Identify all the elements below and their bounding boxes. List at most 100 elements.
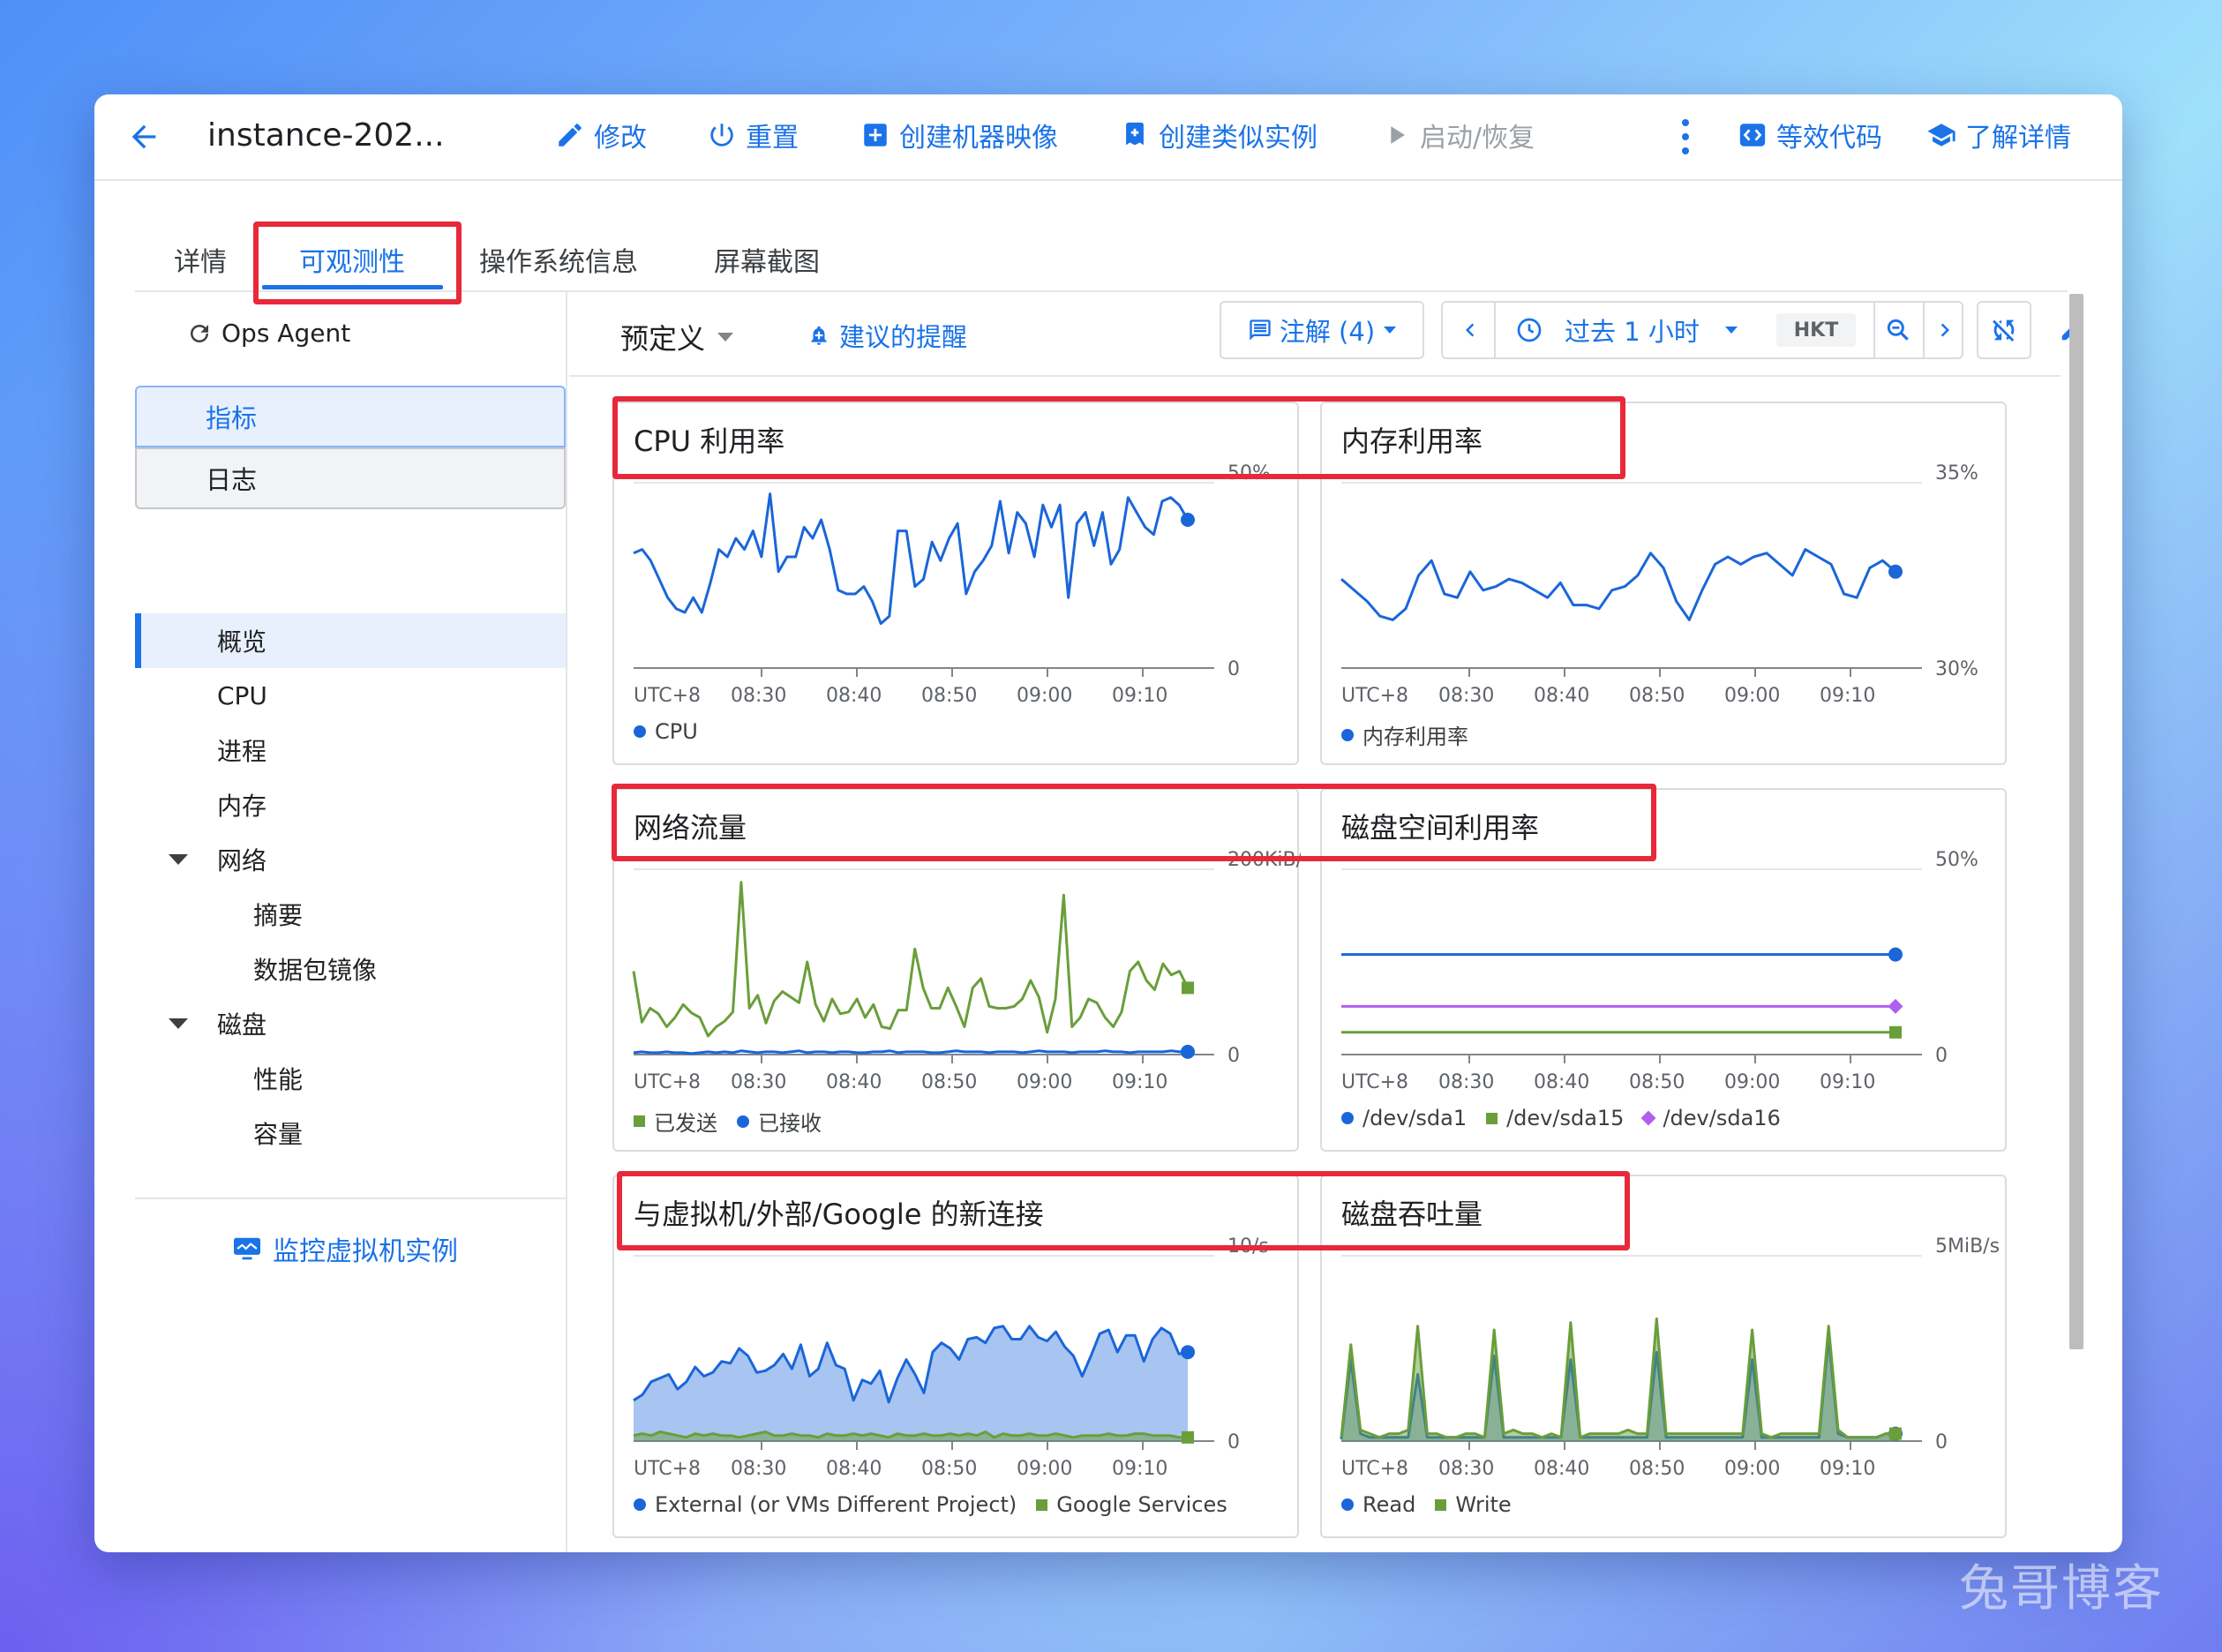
expand-caret-icon[interactable] bbox=[169, 854, 188, 865]
x-tick-label: 08:50 bbox=[921, 685, 977, 707]
tab-details[interactable]: 详情 bbox=[174, 240, 227, 279]
legend-item[interactable]: 已发送 bbox=[634, 1106, 717, 1137]
start-resume-button[interactable]: 启动/恢复 bbox=[1381, 116, 1535, 154]
create-machine-image-label: 创建机器映像 bbox=[899, 123, 1058, 154]
reset-button[interactable]: 重置 bbox=[707, 116, 799, 154]
learn-more-button[interactable]: 了解详情 bbox=[1926, 116, 2071, 154]
refresh-icon bbox=[191, 324, 208, 342]
legend-label: 内存利用率 bbox=[1362, 725, 1468, 749]
chevron-right-icon[interactable] bbox=[1932, 317, 1958, 343]
legend-swatch bbox=[1341, 1498, 1354, 1511]
legend-label: /dev/sda1 bbox=[1362, 1106, 1468, 1130]
ops-agent-link[interactable]: Ops Agent bbox=[186, 319, 350, 348]
reset-label: 重置 bbox=[746, 123, 799, 154]
sidebar-item-disk-performance[interactable]: 性能 bbox=[135, 1051, 566, 1106]
add-box-icon bbox=[864, 124, 887, 146]
legend-item[interactable]: External (or VMs Different Project) bbox=[634, 1492, 1017, 1517]
legend-item[interactable]: 已接收 bbox=[737, 1106, 822, 1137]
scrollbar[interactable] bbox=[2069, 294, 2083, 1349]
y-tick-label-min: 0 bbox=[1227, 658, 1240, 680]
tab-screenshot[interactable]: 屏幕截图 bbox=[714, 240, 820, 279]
chart-card[interactable]: 磁盘吞吐量 5MiB/s 0 UTC+8 08:30 08:40 08:50 09:00 09:… bbox=[1320, 1175, 2007, 1538]
sidebar-item-memory[interactable]: 内存 bbox=[135, 777, 566, 832]
sidebar-item-label: 概览 bbox=[217, 627, 267, 657]
x-tick-label: 08:30 bbox=[1438, 685, 1494, 707]
expand-caret-icon[interactable] bbox=[169, 1018, 188, 1029]
tab-os-info[interactable]: 操作系统信息 bbox=[479, 240, 638, 279]
legend-item[interactable]: Google Services bbox=[1036, 1492, 1227, 1517]
zoom-icon[interactable] bbox=[1884, 316, 1912, 344]
x-tick-label: 08:30 bbox=[731, 1458, 786, 1480]
create-similar-label: 创建类似实例 bbox=[1159, 123, 1317, 154]
chart-card[interactable]: 磁盘空间利用率 50% 0 UTC+8 08:30 08:40 08:50 09:00 09:1… bbox=[1320, 788, 2007, 1152]
x-tick-label: 08:50 bbox=[921, 1458, 977, 1480]
legend-item[interactable]: Write bbox=[1435, 1492, 1512, 1517]
chart-legend: 内存利用率 bbox=[1341, 719, 1468, 750]
instance-title: instance-202... bbox=[207, 117, 445, 154]
time-range-picker[interactable]: 过去 1 小时 HKT bbox=[1441, 301, 1963, 359]
legend-swatch bbox=[634, 1498, 646, 1511]
edit-button[interactable]: 修改 bbox=[555, 116, 647, 154]
create-similar-button[interactable]: 创建类似实例 bbox=[1120, 116, 1317, 154]
x-tick-label: 08:40 bbox=[826, 1071, 882, 1093]
legend-item[interactable]: 内存利用率 bbox=[1341, 719, 1468, 750]
chart-card[interactable]: CPU 利用率 50% 0 UTC+8 08:30 08:40 08:50 09:00 09:1… bbox=[612, 402, 1299, 765]
sidebar-item-process[interactable]: 进程 bbox=[135, 723, 566, 777]
annotations-dropdown[interactable]: 注解 (4) bbox=[1220, 301, 1424, 359]
legend-label: /dev/sda16 bbox=[1663, 1106, 1781, 1130]
chart-card[interactable]: 与虚拟机/外部/Google 的新连接 10/s 0 UTC+8 08:30 08:40 0… bbox=[612, 1175, 1299, 1538]
y-tick-label-max: 35% bbox=[1935, 462, 1978, 484]
sidebar-item-network-summary[interactable]: 摘要 bbox=[135, 887, 566, 942]
chart-legend: External (or VMs Different Project) Googl… bbox=[634, 1492, 1227, 1517]
chart-card[interactable]: 网络流量200KiB/s0UTC+808:3008:4008:5009:0009… bbox=[612, 788, 1301, 1152]
tab-observability[interactable]: 可观测性 bbox=[299, 240, 405, 279]
sidebar-item-disk[interactable]: 磁盘 bbox=[135, 996, 566, 1051]
legend-swatch bbox=[737, 1115, 749, 1128]
legend-swatch bbox=[634, 1115, 645, 1127]
suggested-alerts-link[interactable]: 建议的提醒 bbox=[807, 317, 967, 354]
ops-agent-label: Ops Agent bbox=[221, 319, 351, 348]
chart-legend: Read Write bbox=[1341, 1492, 1512, 1517]
dropdown-caret-icon bbox=[1384, 327, 1397, 334]
more-vert-icon[interactable] bbox=[1677, 117, 1694, 156]
create-machine-image-button[interactable]: 创建机器映像 bbox=[860, 116, 1058, 154]
annotations-label: 注解 (4) bbox=[1279, 317, 1376, 347]
legend-item[interactable]: /dev/sda15 bbox=[1486, 1106, 1624, 1130]
sidebar-item-label: 摘要 bbox=[253, 901, 304, 930]
x-tick-label: 08:40 bbox=[1534, 685, 1589, 707]
back-arrow-icon[interactable] bbox=[126, 119, 161, 154]
sidebar-item-label: 进程 bbox=[217, 737, 267, 766]
legend-item[interactable]: Read bbox=[1341, 1492, 1415, 1517]
legend-label: /dev/sda15 bbox=[1506, 1106, 1625, 1130]
chevron-left-icon[interactable] bbox=[1457, 317, 1483, 343]
legend-swatch bbox=[1341, 1112, 1354, 1124]
sync-off-button[interactable] bbox=[1977, 301, 2031, 359]
sidebar-item-overview[interactable]: 概览 bbox=[135, 613, 566, 668]
play-icon bbox=[1391, 126, 1405, 144]
sidebar-item-cpu[interactable]: CPU bbox=[135, 668, 566, 723]
sidebar-item-packet-mirroring[interactable]: 数据包镜像 bbox=[135, 942, 566, 996]
legend-item[interactable]: /dev/sda1 bbox=[1341, 1106, 1467, 1130]
predefined-dropdown[interactable]: 预定义 bbox=[620, 317, 734, 357]
legend-item[interactable]: CPU bbox=[634, 719, 698, 744]
x-tick-label: UTC+8 bbox=[1341, 1071, 1408, 1093]
sidebar-item-disk-capacity[interactable]: 容量 bbox=[135, 1106, 566, 1160]
equivalent-code-button[interactable]: 等效代码 bbox=[1738, 116, 1882, 154]
x-tick-label: UTC+8 bbox=[1341, 1458, 1408, 1480]
chart-legend: 已发送 已接收 bbox=[634, 1106, 822, 1137]
legend-swatch bbox=[1341, 728, 1354, 741]
x-tick-label: 08:40 bbox=[1534, 1071, 1589, 1093]
picker-divider bbox=[1923, 303, 1925, 357]
legend-item[interactable]: /dev/sda16 bbox=[1640, 1106, 1781, 1130]
x-tick-label: 08:40 bbox=[1534, 1458, 1589, 1480]
segment-logs[interactable]: 日志 bbox=[135, 447, 566, 509]
y-tick-label-max: 50% bbox=[1227, 462, 1271, 484]
x-tick-label: 09:10 bbox=[1820, 1071, 1875, 1093]
segment-metrics[interactable]: 指标 bbox=[135, 386, 566, 447]
top-bar: instance-202... 修改 重置 创建机器映像 创建类似实例 启动/恢… bbox=[94, 94, 2122, 181]
sidebar-item-network[interactable]: 网络 bbox=[135, 832, 566, 887]
chart-card[interactable]: 内存利用率 35% 30% UTC+8 08:30 08:40 08:50 09:00 09:1… bbox=[1320, 402, 2007, 765]
sidebar-item-label: 容量 bbox=[253, 1120, 304, 1149]
series-line bbox=[1340, 548, 1896, 621]
monitor-vm-link[interactable]: 监控虚拟机实例 bbox=[232, 1229, 458, 1268]
